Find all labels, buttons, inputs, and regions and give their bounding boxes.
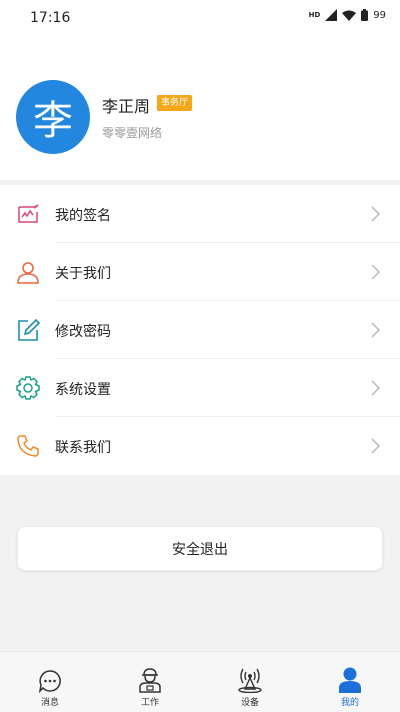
network-type-label: HD bbox=[308, 11, 321, 19]
person-icon bbox=[339, 667, 361, 693]
profile-header: 李 李正周 事务厅 零零壹网络 bbox=[0, 36, 400, 180]
company-name: 零零壹网络 bbox=[102, 126, 163, 140]
battery-icon bbox=[361, 9, 369, 21]
bottom-tab-bar: 消息 工作 设备 我的 bbox=[0, 651, 400, 712]
tab-label: 我的 bbox=[340, 698, 359, 708]
user-name: 李正周 bbox=[102, 97, 151, 116]
status-bar: 17:16 HD 99 bbox=[0, 0, 400, 36]
worker-icon bbox=[139, 668, 161, 693]
menu-item-change-password[interactable]: 修改密码 bbox=[0, 301, 400, 359]
wifi-icon bbox=[342, 10, 357, 21]
phone-icon bbox=[17, 435, 39, 457]
system-icons: HD 99 bbox=[309, 9, 386, 21]
tab-devices[interactable]: 设备 bbox=[200, 652, 300, 712]
tab-messages[interactable]: 消息 bbox=[0, 652, 100, 712]
gear-icon bbox=[16, 376, 40, 400]
chat-icon bbox=[38, 670, 61, 693]
chevron-right-icon bbox=[371, 322, 380, 338]
chevron-right-icon bbox=[371, 438, 380, 454]
tab-label: 设备 bbox=[240, 698, 259, 708]
menu-item-label: 关于我们 bbox=[55, 266, 111, 282]
battery-level: 99 bbox=[373, 9, 386, 21]
edit-icon bbox=[18, 318, 40, 341]
status-time: 17:16 bbox=[30, 10, 71, 26]
settings-menu: 我的签名 关于我们 修改密码 系统设置 联系我们 bbox=[0, 185, 400, 475]
menu-item-system-settings[interactable]: 系统设置 bbox=[0, 359, 400, 417]
chevron-right-icon bbox=[371, 206, 380, 222]
menu-item-label: 修改密码 bbox=[55, 324, 111, 340]
menu-item-contact-us[interactable]: 联系我们 bbox=[0, 417, 400, 475]
signal-icon bbox=[325, 9, 338, 21]
tab-label: 消息 bbox=[40, 698, 59, 708]
avatar[interactable]: 李 bbox=[16, 80, 90, 154]
logout-button[interactable]: 安全退出 bbox=[17, 526, 383, 571]
tab-work[interactable]: 工作 bbox=[100, 652, 200, 712]
chevron-right-icon bbox=[371, 380, 380, 396]
menu-item-label: 联系我们 bbox=[55, 440, 111, 456]
role-badge: 事务厅 bbox=[157, 95, 193, 111]
signature-icon bbox=[18, 204, 39, 223]
chevron-right-icon bbox=[371, 264, 380, 280]
tab-mine[interactable]: 我的 bbox=[300, 652, 400, 712]
user-icon bbox=[17, 262, 39, 284]
device-icon bbox=[238, 668, 262, 693]
menu-item-label: 系统设置 bbox=[55, 382, 111, 398]
menu-item-about[interactable]: 关于我们 bbox=[0, 243, 400, 301]
menu-item-signature[interactable]: 我的签名 bbox=[0, 185, 400, 243]
tab-label: 工作 bbox=[140, 698, 159, 708]
menu-item-label: 我的签名 bbox=[55, 208, 111, 224]
